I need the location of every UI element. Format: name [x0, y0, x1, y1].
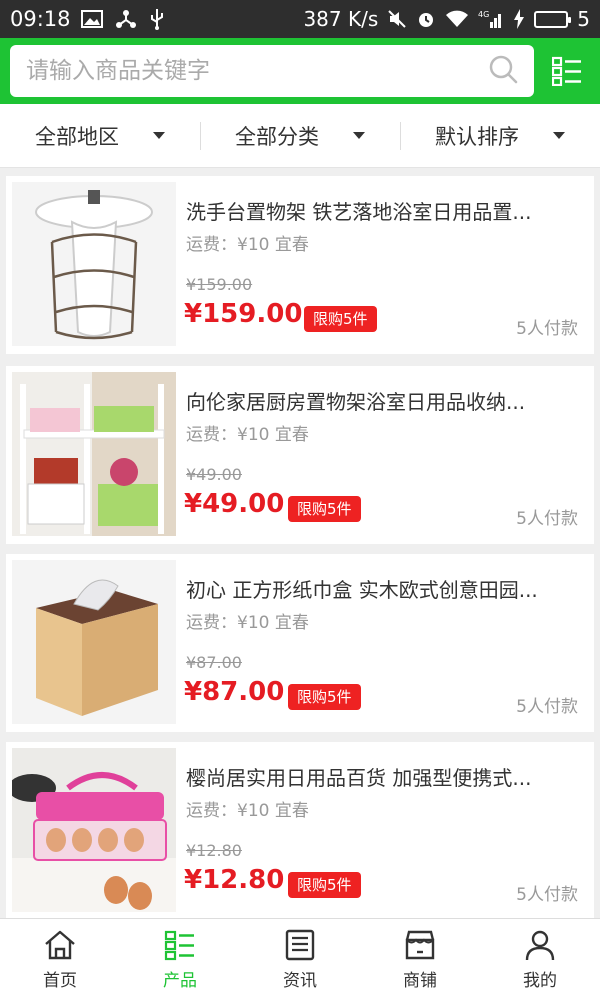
nav-profile[interactable]: 我的: [480, 919, 600, 1000]
paid-count: 5人付款: [516, 509, 578, 529]
product-title[interactable]: 洗手台置物架 铁艺落地浴室日用品置...: [186, 196, 586, 225]
status-right-icons: 387 K/s 4G 5: [303, 7, 590, 31]
signal-icon: 4G: [478, 9, 504, 29]
product-price: ¥49.00: [184, 489, 285, 519]
shop-icon: [405, 930, 435, 960]
nav-products-label: 产品: [163, 971, 197, 991]
grid-list-icon[interactable]: [552, 56, 582, 86]
paid-count: 5人付款: [516, 885, 578, 905]
caret-down-icon: [553, 132, 565, 139]
product-image-egg-box[interactable]: [12, 748, 176, 912]
battery-icon: [534, 10, 572, 28]
product-shipping: 运费：¥10 宜春: [186, 801, 309, 821]
svg-text:4G: 4G: [478, 10, 489, 19]
limit-badge: 限购5件: [304, 306, 377, 332]
search-icon[interactable]: [488, 54, 518, 88]
image-icon: [80, 10, 103, 28]
limit-badge: 限购5件: [288, 684, 361, 710]
caret-down-icon: [353, 132, 365, 139]
product-title[interactable]: 樱尚居实用日用品百货 加强型便携式...: [186, 762, 586, 791]
nav-products[interactable]: 产品: [120, 919, 240, 1000]
filter-region-label: 全部地区: [35, 124, 119, 149]
product-card[interactable]: 樱尚居实用日用品百货 加强型便携式... 运费：¥10 宜春 ¥12.80 ¥1…: [6, 742, 594, 920]
product-price: ¥87.00: [184, 677, 285, 707]
battery-level: 5: [577, 7, 590, 31]
nav-profile-label: 我的: [523, 971, 557, 991]
product-original-price: ¥159.00: [186, 275, 253, 294]
nav-news-label: 资讯: [283, 971, 317, 991]
product-original-price: ¥12.80: [186, 841, 242, 860]
profile-icon: [525, 930, 555, 961]
wifi-icon: [445, 10, 469, 28]
filter-category-label: 全部分类: [235, 124, 319, 149]
product-price: ¥12.80: [184, 865, 285, 895]
charging-icon: [513, 9, 525, 29]
paid-count: 5人付款: [516, 697, 578, 717]
filter-category[interactable]: 全部分类: [200, 116, 400, 156]
status-time: 09:18: [10, 7, 71, 31]
news-icon: [285, 929, 315, 961]
filter-bar: 全部地区 全部分类 默认排序: [0, 104, 600, 168]
product-image-tissue-box[interactable]: [12, 560, 176, 724]
alarm-icon: [416, 9, 436, 29]
limit-badge: 限购5件: [288, 496, 361, 522]
product-image-kitchen-rack[interactable]: [12, 372, 176, 536]
nav-news[interactable]: 资讯: [240, 919, 360, 1000]
caret-down-icon: [153, 132, 165, 139]
product-grid-icon: [164, 930, 194, 961]
product-shipping: 运费：¥10 宜春: [186, 425, 309, 445]
product-card[interactable]: 初心 正方形纸巾盒 实木欧式创意田园... 运费：¥10 宜春 ¥87.00 ¥…: [6, 554, 594, 732]
nav-shop-label: 商铺: [403, 971, 437, 991]
nav-shop[interactable]: 商铺: [360, 919, 480, 1000]
product-shipping: 运费：¥10 宜春: [186, 235, 309, 255]
product-shipping: 运费：¥10 宜春: [186, 613, 309, 633]
filter-region[interactable]: 全部地区: [0, 116, 200, 156]
search-input[interactable]: [26, 58, 488, 84]
product-original-price: ¥49.00: [186, 465, 242, 484]
product-title[interactable]: 向伦家居厨房置物架浴室日用品收纳...: [186, 386, 586, 415]
network-speed: 387 K/s: [303, 7, 379, 31]
nav-home[interactable]: 首页: [0, 919, 120, 1000]
product-price: ¥159.00: [184, 299, 303, 329]
product-title[interactable]: 初心 正方形纸巾盒 实木欧式创意田园...: [186, 574, 586, 603]
filter-sort[interactable]: 默认排序: [400, 116, 600, 156]
paid-count: 5人付款: [516, 319, 578, 339]
usb-share-icon: [115, 9, 137, 29]
home-icon: [45, 930, 75, 960]
product-original-price: ¥87.00: [186, 653, 242, 672]
header-bar: [0, 38, 600, 104]
nav-home-label: 首页: [43, 971, 77, 991]
usb-icon: [149, 8, 165, 30]
limit-badge: 限购5件: [288, 872, 361, 898]
product-image-sink-rack[interactable]: [12, 182, 176, 346]
product-card[interactable]: 向伦家居厨房置物架浴室日用品收纳... 运费：¥10 宜春 ¥49.00 ¥49…: [6, 366, 594, 544]
status-left-icons: [80, 8, 165, 30]
product-card[interactable]: 洗手台置物架 铁艺落地浴室日用品置... 运费：¥10 宜春 ¥159.00 ¥…: [6, 176, 594, 354]
search-box[interactable]: [10, 45, 534, 97]
mute-icon: [387, 9, 407, 29]
bottom-nav: 首页 产品 资讯 商铺 我的: [0, 918, 600, 1000]
filter-sort-label: 默认排序: [435, 124, 519, 149]
status-bar: 09:18 387 K/s 4G 5: [0, 0, 600, 38]
